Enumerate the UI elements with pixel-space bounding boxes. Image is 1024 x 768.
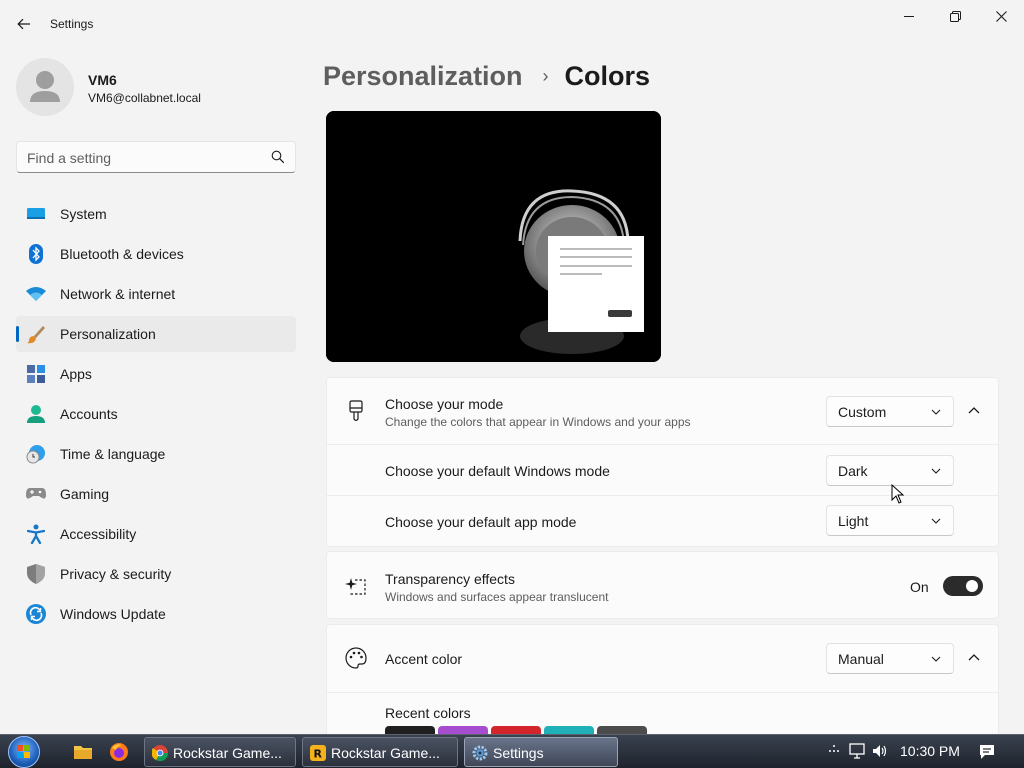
firefox-icon[interactable]: [108, 741, 130, 763]
close-button[interactable]: [978, 4, 1024, 28]
clock-globe-icon: [26, 444, 46, 464]
system-icon: [26, 204, 46, 224]
accent-card: Accent color Manual Recent colors: [326, 624, 999, 736]
transparency-title: Transparency effects: [385, 571, 515, 587]
restore-icon: [949, 10, 961, 22]
wifi-icon: [26, 284, 46, 304]
choose-mode-row[interactable]: Choose your mode Change the colors that …: [327, 378, 998, 445]
back-arrow-icon: [17, 18, 30, 30]
sidebar-item-privacy[interactable]: Privacy & security: [16, 556, 296, 592]
mouse-cursor-icon: [891, 484, 905, 504]
breadcrumb: Personalization › Colors: [323, 58, 650, 94]
recent-colors-label: Recent colors: [385, 705, 471, 721]
sidebar-item-time-language[interactable]: Time & language: [16, 436, 296, 472]
close-icon: [995, 10, 1007, 22]
avatar: [16, 58, 74, 116]
bluetooth-icon: [26, 244, 46, 264]
paintbrush-icon: [345, 400, 367, 422]
accent-color-title: Accent color: [385, 651, 463, 667]
breadcrumb-separator: ›: [542, 65, 549, 86]
sidebar-item-accounts[interactable]: Accounts: [16, 396, 296, 432]
gear-icon: [472, 745, 488, 761]
minimize-icon: [904, 16, 914, 17]
taskbar-clock[interactable]: 10:30 PM: [900, 743, 960, 759]
transparency-state-label: On: [910, 579, 929, 595]
search-icon[interactable]: [271, 150, 285, 164]
chevron-up-icon: [968, 654, 980, 661]
sparkle-icon: [345, 575, 367, 597]
choose-mode-description: Change the colors that appear in Windows…: [385, 415, 691, 429]
theme-preview: [326, 111, 661, 362]
windows-mode-dropdown[interactable]: Dark: [826, 455, 954, 486]
sidebar-item-gaming[interactable]: Gaming: [16, 476, 296, 512]
apps-icon: [26, 364, 46, 384]
title-bar: Settings: [0, 0, 1024, 48]
mode-card: Choose your mode Change the colors that …: [326, 377, 999, 547]
sidebar-item-windows-update[interactable]: Windows Update: [16, 596, 296, 632]
chevron-up-icon: [968, 407, 980, 414]
accent-color-row[interactable]: Accent color Manual: [327, 625, 998, 693]
taskbar: Rockstar Game... R Rockstar Game... Sett…: [0, 734, 1024, 768]
user-email: VM6@collabnet.local: [88, 91, 201, 105]
windows-mode-label: Choose your default Windows mode: [385, 463, 610, 479]
transparency-description: Windows and surfaces appear translucent: [385, 590, 609, 604]
page-title: Colors: [564, 60, 651, 91]
accent-collapse-button[interactable]: [962, 646, 986, 670]
brush-icon: [26, 324, 46, 344]
chevron-down-icon: [931, 468, 941, 474]
user-name: VM6: [88, 72, 117, 88]
chrome-icon: [152, 745, 168, 761]
rockstar-icon: R: [310, 745, 326, 761]
transparency-card: Transparency effects Windows and surface…: [326, 551, 999, 619]
app-mode-dropdown[interactable]: Light: [826, 505, 954, 536]
volume-icon[interactable]: [872, 743, 888, 759]
choose-mode-title: Choose your mode: [385, 396, 504, 412]
breadcrumb-parent[interactable]: Personalization: [323, 61, 523, 92]
taskbar-task-rockstar[interactable]: R Rockstar Game...: [302, 737, 458, 767]
gamepad-icon: [26, 484, 46, 504]
palette-icon: [345, 647, 367, 669]
sidebar-item-system[interactable]: System: [16, 196, 296, 232]
start-button[interactable]: [8, 736, 40, 768]
user-avatar-icon: [30, 71, 60, 102]
wallpaper-image: [326, 111, 661, 362]
sidebar-item-bluetooth[interactable]: Bluetooth & devices: [16, 236, 296, 272]
file-explorer-icon[interactable]: [72, 741, 94, 763]
svg-text:R: R: [314, 748, 323, 761]
user-profile[interactable]: VM6 VM6@collabnet.local: [16, 58, 296, 118]
shield-icon: [26, 564, 46, 584]
taskbar-task-chrome[interactable]: Rockstar Game...: [144, 737, 296, 767]
chevron-down-icon: [931, 518, 941, 524]
restore-button[interactable]: [932, 4, 978, 28]
show-hidden-icons-icon[interactable]: [828, 744, 840, 756]
transparency-toggle[interactable]: [943, 576, 983, 596]
search-input[interactable]: [27, 148, 262, 168]
chevron-down-icon: [931, 409, 941, 415]
mode-collapse-button[interactable]: [962, 399, 986, 423]
toggle-knob: [966, 580, 978, 592]
windows-logo-icon: [17, 745, 30, 758]
minimize-button[interactable]: [886, 4, 932, 28]
accessibility-icon: [26, 524, 46, 544]
search-box[interactable]: [16, 141, 296, 173]
sidebar-nav: System Bluetooth & devices Network & int…: [16, 196, 296, 636]
sidebar-item-accessibility[interactable]: Accessibility: [16, 516, 296, 552]
mode-dropdown[interactable]: Custom: [826, 396, 954, 427]
sidebar-item-apps[interactable]: Apps: [16, 356, 296, 392]
app-title: Settings: [50, 17, 94, 31]
accounts-icon: [26, 404, 46, 424]
taskbar-task-settings[interactable]: Settings: [464, 737, 618, 767]
chevron-down-icon: [931, 656, 941, 662]
update-icon: [26, 604, 46, 624]
action-center-icon[interactable]: [978, 744, 996, 760]
sidebar-item-network[interactable]: Network & internet: [16, 276, 296, 312]
sidebar-item-personalization[interactable]: Personalization: [16, 316, 296, 352]
accent-color-dropdown[interactable]: Manual: [826, 643, 954, 674]
back-button[interactable]: [10, 12, 38, 36]
app-mode-label: Choose your default app mode: [385, 514, 577, 530]
network-icon[interactable]: [848, 743, 866, 759]
